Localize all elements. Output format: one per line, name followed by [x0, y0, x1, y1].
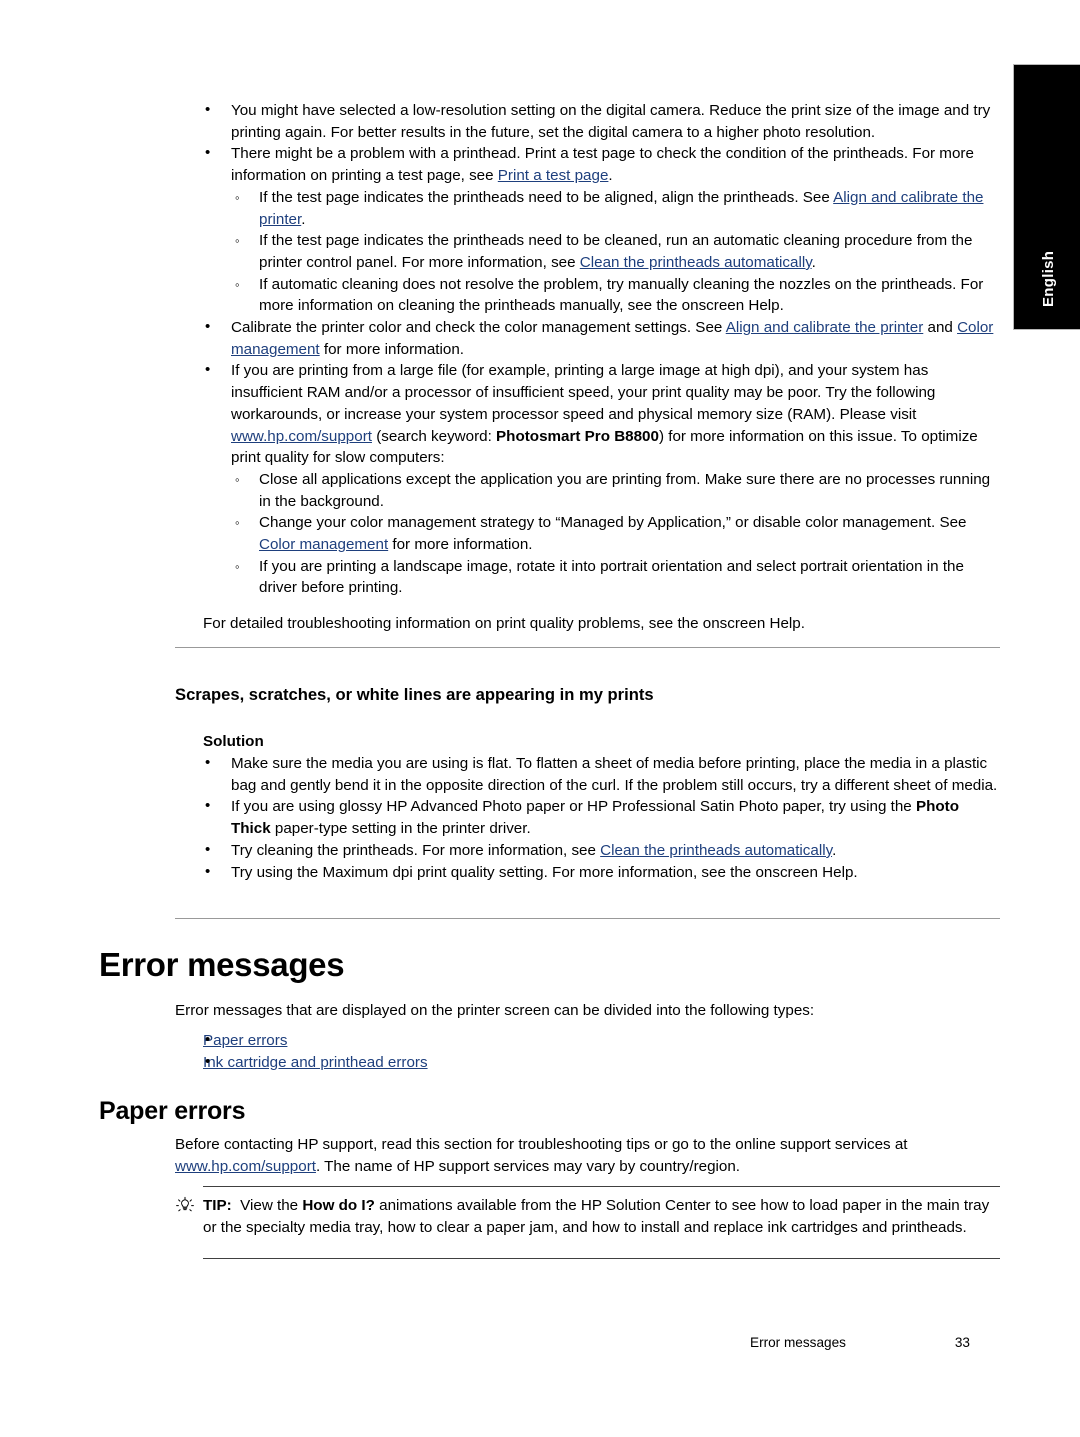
bullet-largefile-pre: If you are printing from a large file (f…: [231, 362, 936, 423]
clean-printheads-pre: Try cleaning the printheads. For more in…: [231, 841, 601, 859]
list-item: If you are printing from a large file (f…: [175, 359, 1000, 469]
list-item: Try using the Maximum dpi print quality …: [175, 861, 1000, 884]
bullet-camera-text: You might have selected a low-resolution…: [231, 102, 991, 141]
list-item: Calibrate the printer color and check th…: [175, 316, 1000, 360]
bullet-largefile-mid: (search keyword:: [371, 427, 497, 445]
list-item: You might have selected a low-resolution…: [175, 99, 1000, 143]
section-heading-scrapes: Scrapes, scratches, or white lines are a…: [175, 685, 654, 704]
glossy-paper-post: paper-type setting in the printer driver…: [270, 820, 531, 838]
language-tab-label: English: [1040, 250, 1057, 307]
paper-errors-intro-pre: Before contacting HP support, read this …: [175, 1136, 908, 1153]
flat-media-text: Make sure the media you are using is fla…: [231, 755, 998, 794]
tip-divider-bottom: [203, 1258, 1000, 1259]
section-divider: [175, 918, 1000, 919]
error-messages-intro: Error messages that are displayed on the…: [175, 1002, 815, 1019]
bullet-printhead-post: .: [608, 167, 613, 185]
footer-page-number: 33: [954, 1335, 970, 1350]
page-title-error-messages: Error messages: [99, 946, 345, 983]
lightbulb-icon: [176, 1196, 194, 1212]
max-dpi-text: Try using the Maximum dpi print quality …: [231, 863, 858, 881]
sub-colorstrategy-post: for more information.: [388, 536, 533, 554]
keyword-photosmart-pro: Photosmart Pro B8800: [496, 427, 659, 445]
list-item: Close all applications except the applic…: [175, 469, 1000, 512]
link-align-and-calibrate-the-printer-2[interactable]: Align and calibrate the printer: [726, 319, 924, 336]
link-clean-the-printheads-automatically-2[interactable]: Clean the printheads automatically: [600, 842, 832, 859]
link-hp-support[interactable]: www.hp.com/support: [231, 428, 372, 445]
link-print-a-test-page[interactable]: Print a test page: [498, 167, 609, 184]
sub-landscape-text: If you are printing a landscape image, r…: [259, 557, 964, 597]
document-page: English You might have selected a low-re…: [0, 0, 1080, 1437]
bullet-list-solution: Make sure the media you are using is fla…: [175, 752, 1000, 884]
error-messages-link-list: Paper errors Ink cartridge and printhead…: [175, 1029, 1000, 1074]
solution-label: Solution: [203, 733, 264, 750]
section-divider: [175, 647, 1000, 648]
link-hp-support-2[interactable]: www.hp.com/support: [175, 1158, 316, 1175]
link-clean-the-printheads-automatically[interactable]: Clean the printheads automatically: [580, 254, 812, 271]
clean-printheads-post: .: [832, 841, 837, 859]
list-item: If the test page indicates the printhead…: [175, 230, 1000, 273]
list-item: If you are using glossy HP Advanced Phot…: [175, 795, 1000, 839]
detailed-troubleshooting-paragraph: For detailed troubleshooting information…: [203, 615, 805, 633]
tip-label: TIP:: [203, 1197, 232, 1214]
bullet-calibrate-mid: and: [923, 319, 958, 337]
bullet-list-level1: You might have selected a low-resolution…: [175, 99, 1000, 599]
sub-align-pre: If the test page indicates the printhead…: [259, 188, 834, 206]
tip-text-block: TIP: View the How do I? animations avail…: [203, 1195, 1000, 1238]
print-quality-bullets: You might have selected a low-resolution…: [175, 99, 1000, 635]
tip-how-do-i: How do I?: [302, 1197, 375, 1214]
list-item: Paper errors: [175, 1029, 1000, 1052]
list-item: There might be a problem with a printhea…: [175, 142, 1000, 186]
link-color-management-2[interactable]: Color management: [259, 536, 388, 553]
list-item: Ink cartridge and printhead errors: [175, 1051, 1000, 1074]
paper-errors-intro-post: . The name of HP support services may va…: [315, 1157, 741, 1175]
list-item: Make sure the media you are using is fla…: [175, 752, 1000, 796]
glossy-paper-pre: If you are using glossy HP Advanced Phot…: [231, 798, 916, 816]
list-item: Change your color management strategy to…: [175, 512, 1000, 555]
list-item: Try cleaning the printheads. For more in…: [175, 839, 1000, 862]
sub-align-post: .: [301, 210, 306, 228]
sub-manual-text: If automatic cleaning does not resolve t…: [259, 275, 984, 315]
sub-closeapps-text: Close all applications except the applic…: [259, 470, 991, 510]
tip-pre: View the: [240, 1197, 303, 1214]
link-ink-cartridge-and-printhead-errors[interactable]: Ink cartridge and printhead errors: [203, 1054, 428, 1071]
bullet-list-error-types: Paper errors Ink cartridge and printhead…: [175, 1029, 1000, 1074]
bullet-calibrate-pre: Calibrate the printer color and check th…: [231, 319, 726, 337]
bullet-calibrate-post: for more information.: [319, 340, 464, 358]
list-item: If the test page indicates the printhead…: [175, 187, 1000, 230]
list-item: If automatic cleaning does not resolve t…: [175, 274, 1000, 317]
page-content: You might have selected a low-resolution…: [0, 0, 1013, 1437]
list-item: If you are printing a landscape image, r…: [175, 556, 1000, 599]
sub-colorstrategy-pre: Change your color management strategy to…: [259, 514, 967, 532]
link-paper-errors[interactable]: Paper errors: [203, 1032, 287, 1049]
scrapes-solution-bullets: Make sure the media you are using is fla…: [175, 752, 1000, 884]
paper-errors-intro: Before contacting HP support, read this …: [175, 1134, 1000, 1177]
language-tab: English: [1013, 64, 1080, 330]
section-heading-paper-errors: Paper errors: [99, 1097, 246, 1125]
sub-clean-post: .: [811, 253, 816, 271]
tip-divider-top: [203, 1186, 1000, 1187]
footer-section-name: Error messages: [750, 1335, 846, 1350]
